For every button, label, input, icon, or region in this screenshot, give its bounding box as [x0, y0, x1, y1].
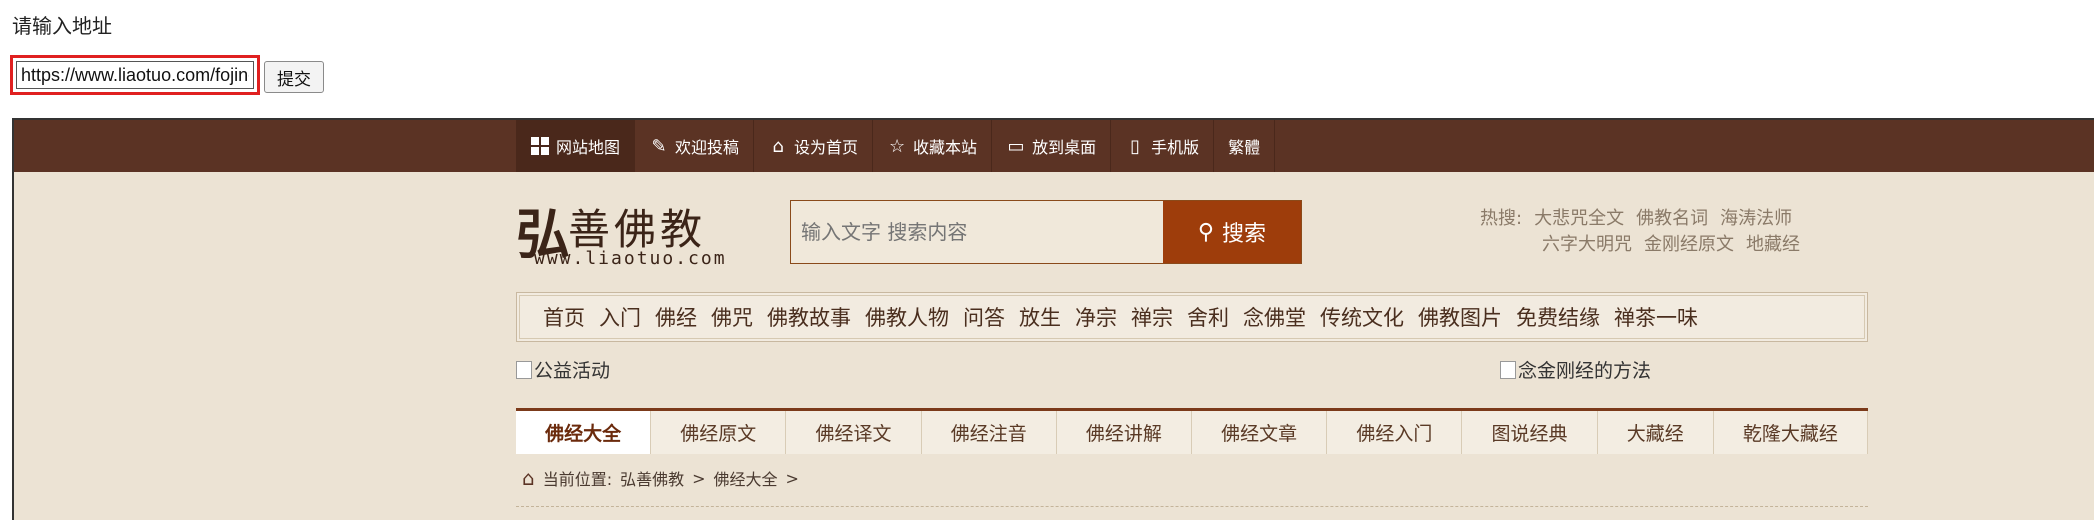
- search-icon: ⚲: [1197, 219, 1215, 245]
- topnav-label: 网站地图: [556, 138, 621, 157]
- broken-image-icon: [1500, 360, 1516, 379]
- nav-sutras[interactable]: 佛经: [648, 302, 704, 332]
- nav-intro[interactable]: 入门: [592, 302, 648, 332]
- tab-original[interactable]: 佛经原文: [651, 411, 787, 454]
- nav-tea[interactable]: 禅茶一味: [1607, 302, 1705, 332]
- submit-button[interactable]: 提交: [264, 61, 324, 93]
- top-nav: 网站地图 ✎ 欢迎投稿 ⌂ 设为首页 ☆ 收藏本站 ▭ 放到桌面 ▯ 手机版 繁…: [516, 120, 1276, 172]
- tab-articles[interactable]: 佛经文章: [1192, 411, 1328, 454]
- breadcrumb-separator: >: [785, 468, 799, 488]
- tab-phonetic[interactable]: 佛经注音: [922, 411, 1057, 454]
- main-nav: 首页 入门 佛经 佛咒 佛教故事 佛教人物 问答 放生 净宗 禅宗 舍利 念佛堂…: [516, 292, 1868, 342]
- topnav-traditional[interactable]: 繁體: [1214, 120, 1276, 172]
- hot-link[interactable]: 大悲咒全文: [1534, 206, 1624, 232]
- nav-figures[interactable]: 佛教人物: [858, 302, 956, 332]
- nav-home[interactable]: 首页: [536, 302, 592, 332]
- tab-tripitaka[interactable]: 大藏经: [1598, 411, 1714, 454]
- banner-left[interactable]: 公益活动: [516, 356, 610, 383]
- hot-searches: 热搜: 大悲咒全文 佛教名词 海涛法师 六字大明咒 金刚经原文 地藏经: [1480, 206, 1800, 258]
- hot-label: 热搜:: [1480, 208, 1523, 229]
- banner-left-alt: 公益活动: [534, 360, 611, 382]
- breadcrumb: ⌂ 当前位置: 弘善佛教 > 佛经大全 >: [522, 466, 799, 490]
- topnav-mobile[interactable]: ▯ 手机版: [1111, 120, 1215, 172]
- main-nav-inner: 首页 入门 佛经 佛咒 佛教故事 佛教人物 问答 放生 净宗 禅宗 舍利 念佛堂…: [519, 295, 1865, 339]
- search-box: ⚲ 搜索: [790, 200, 1302, 264]
- hot-row-1: 热搜: 大悲咒全文 佛教名词 海涛法师: [1480, 206, 1800, 232]
- address-prompt: 请输入地址: [12, 14, 112, 38]
- hot-link[interactable]: 地藏经: [1746, 232, 1800, 258]
- topnav-label: 手机版: [1151, 138, 1200, 157]
- tab-intro[interactable]: 佛经入门: [1327, 411, 1463, 454]
- breadcrumb-separator: >: [692, 468, 706, 488]
- grid-icon: [530, 136, 550, 156]
- nav-culture[interactable]: 传统文化: [1313, 302, 1411, 332]
- star-icon: ☆: [888, 135, 906, 157]
- tab-lectures[interactable]: 佛经讲解: [1057, 411, 1193, 454]
- topnav-set-home[interactable]: ⌂ 设为首页: [754, 120, 874, 172]
- banner-right[interactable]: 念金刚经的方法: [1500, 356, 1651, 383]
- topnav-bookmark[interactable]: ☆ 收藏本站: [873, 120, 993, 172]
- phone-icon: ▯: [1130, 135, 1141, 157]
- search-input[interactable]: [791, 201, 1163, 263]
- breadcrumb-link[interactable]: 弘善佛教: [620, 466, 684, 490]
- breadcrumb-link[interactable]: 佛经大全: [714, 466, 778, 490]
- broken-image-icon: [516, 360, 532, 379]
- logo-url: www.liaotuo.com: [534, 248, 727, 269]
- topnav-submit[interactable]: ✎ 欢迎投稿: [635, 120, 755, 172]
- hot-link[interactable]: 海涛法师: [1720, 206, 1792, 232]
- topnav-label: 繁體: [1228, 138, 1261, 157]
- home-icon: ⌂: [772, 135, 784, 157]
- breadcrumb-prefix: 当前位置:: [542, 470, 613, 489]
- nav-mantras[interactable]: 佛咒: [704, 302, 760, 332]
- search-button-label: 搜索: [1222, 222, 1267, 247]
- tab-sutra-collection[interactable]: 佛经大全: [516, 411, 652, 454]
- search-button[interactable]: ⚲ 搜索: [1163, 201, 1301, 263]
- home-icon: ⌂: [522, 466, 535, 490]
- url-field-wrapper: [10, 55, 260, 95]
- topnav-label: 放到桌面: [1032, 138, 1097, 157]
- hot-link[interactable]: 六字大明咒: [1542, 232, 1632, 258]
- site-logo[interactable]: 弘 善佛教 www.liaotuo.com: [516, 190, 746, 270]
- nav-free[interactable]: 免费结缘: [1509, 302, 1607, 332]
- top-bar: 网站地图 ✎ 欢迎投稿 ⌂ 设为首页 ☆ 收藏本站 ▭ 放到桌面 ▯ 手机版 繁…: [14, 120, 2094, 172]
- nav-images[interactable]: 佛教图片: [1411, 302, 1509, 332]
- hot-link[interactable]: 佛教名词: [1636, 206, 1708, 232]
- banner-right-alt: 念金刚经的方法: [1518, 360, 1652, 382]
- nav-stories[interactable]: 佛教故事: [760, 302, 858, 332]
- hot-row-2: 六字大明咒 金刚经原文 地藏经: [1480, 232, 1800, 258]
- topnav-sitemap[interactable]: 网站地图: [516, 120, 636, 172]
- monitor-icon: ▭: [1007, 135, 1025, 157]
- nav-release[interactable]: 放生: [1012, 302, 1068, 332]
- divider: [516, 506, 1868, 507]
- hot-link[interactable]: 金刚经原文: [1644, 232, 1734, 258]
- nav-chanting-hall[interactable]: 念佛堂: [1236, 302, 1313, 332]
- embedded-page-frame: 网站地图 ✎ 欢迎投稿 ⌂ 设为首页 ☆ 收藏本站 ▭ 放到桌面 ▯ 手机版 繁…: [12, 118, 2094, 520]
- pen-icon: ✎: [651, 135, 667, 157]
- tab-illustrated[interactable]: 图说经典: [1462, 411, 1598, 454]
- tab-qianlong[interactable]: 乾隆大藏经: [1714, 411, 1869, 454]
- category-tabs: 佛经大全 佛经原文 佛经译文 佛经注音 佛经讲解 佛经文章 佛经入门 图说经典 …: [516, 408, 1869, 454]
- url-input[interactable]: [16, 61, 254, 89]
- topnav-label: 设为首页: [794, 138, 859, 157]
- nav-relics[interactable]: 舍利: [1180, 302, 1236, 332]
- topnav-label: 收藏本站: [913, 138, 978, 157]
- topnav-label: 欢迎投稿: [675, 138, 740, 157]
- topnav-desktop[interactable]: ▭ 放到桌面: [992, 120, 1112, 172]
- nav-pure-land[interactable]: 净宗: [1068, 302, 1124, 332]
- tab-translation[interactable]: 佛经译文: [786, 411, 922, 454]
- nav-zen[interactable]: 禅宗: [1124, 302, 1180, 332]
- nav-qa[interactable]: 问答: [956, 302, 1012, 332]
